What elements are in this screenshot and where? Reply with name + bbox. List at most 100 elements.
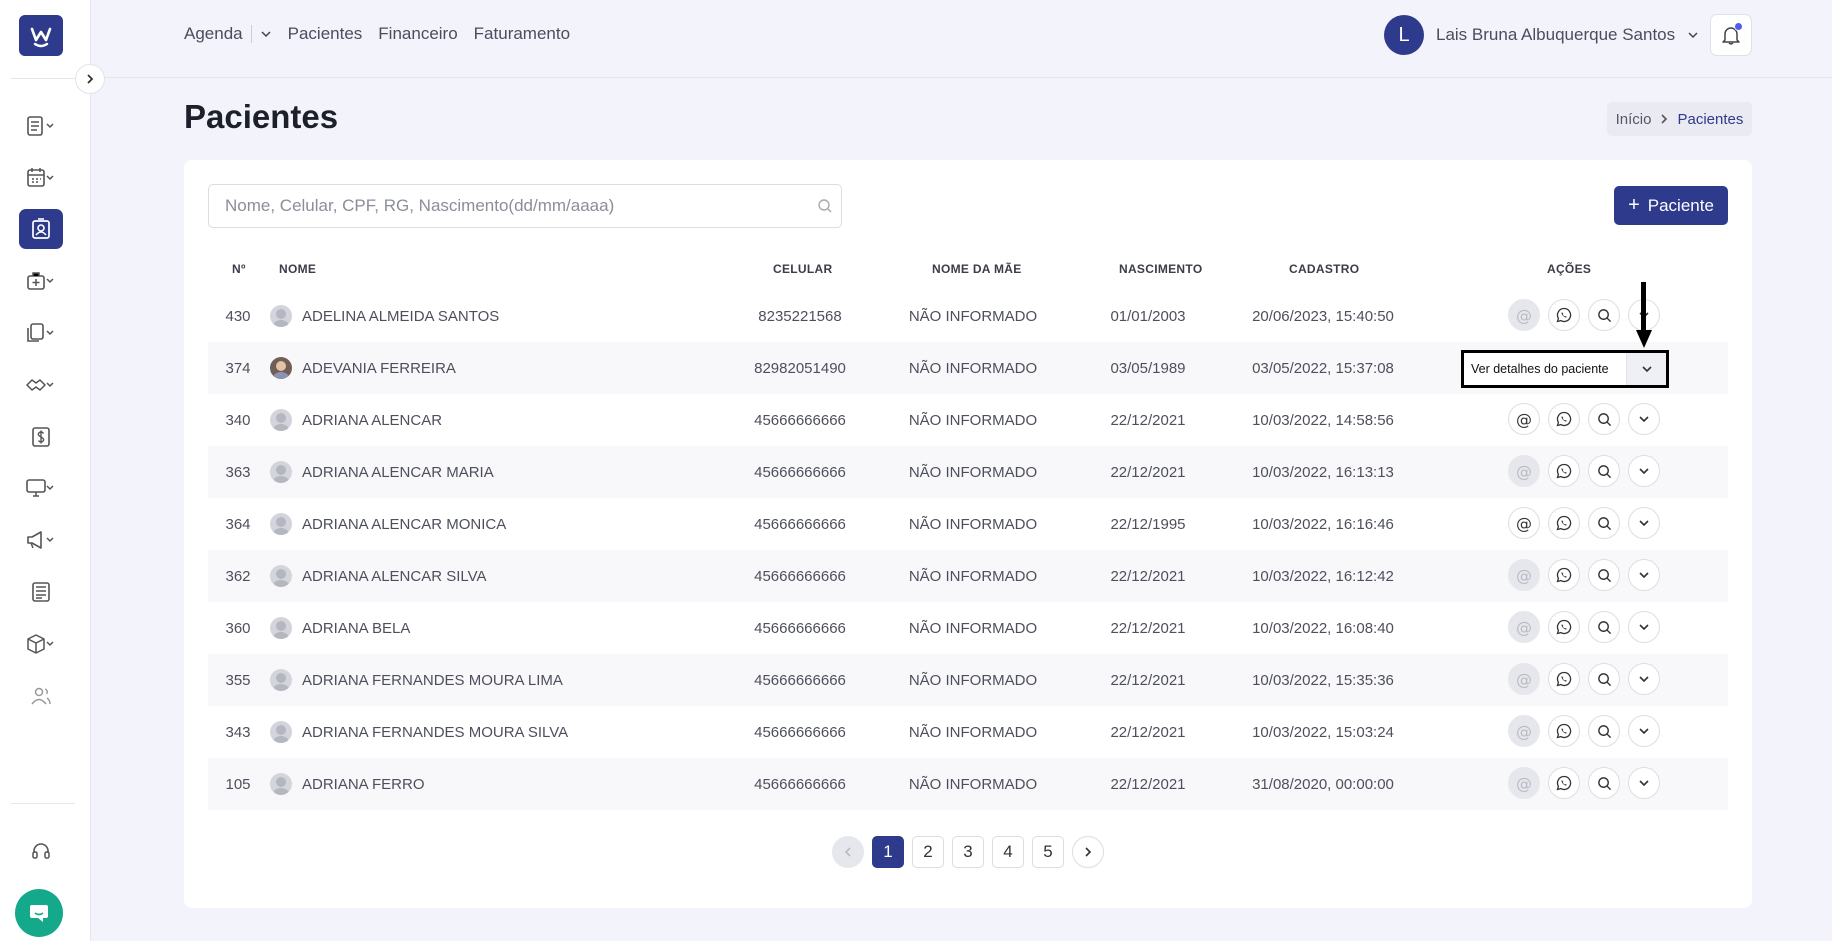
view-patient-button[interactable]: [1588, 767, 1620, 799]
nav-agenda[interactable]: Agenda: [184, 24, 243, 44]
more-actions-button[interactable]: [1628, 663, 1660, 695]
page-button[interactable]: 4: [992, 836, 1024, 868]
notifications-button[interactable]: [1710, 14, 1752, 56]
more-actions-button[interactable]: [1628, 507, 1660, 539]
prev-page-button[interactable]: [832, 836, 864, 868]
sidebar-item-agenda[interactable]: [19, 158, 63, 198]
patient-details-label[interactable]: Ver detalhes do paciente: [1464, 362, 1626, 376]
patient-name-cell[interactable]: ADEVANIA FERREIRA: [270, 342, 456, 394]
whatsapp-icon: [1556, 671, 1572, 687]
patient-name-cell[interactable]: ADRIANA BELA: [270, 602, 410, 654]
whatsapp-button[interactable]: [1548, 611, 1580, 643]
more-actions-button[interactable]: [1628, 767, 1660, 799]
app-logo[interactable]: [19, 15, 63, 56]
sidebar-item-marketing[interactable]: [19, 520, 63, 560]
patient-name-cell[interactable]: ADELINA ALMEIDA SANTOS: [270, 290, 499, 342]
nav-faturamento[interactable]: Faturamento: [474, 24, 570, 44]
patient-name-cell[interactable]: ADRIANA FERRO: [270, 758, 425, 810]
patient-details-dropdown[interactable]: Ver detalhes do paciente: [1461, 350, 1669, 388]
patient-name-cell[interactable]: ADRIANA FERNANDES MOURA LIMA: [270, 654, 563, 706]
more-actions-button[interactable]: [1628, 455, 1660, 487]
breadcrumb-home[interactable]: Início: [1616, 111, 1652, 128]
table-row[interactable]: 363 ADRIANA ALENCAR MARIA 45666666666 NÃO I…: [208, 446, 1728, 498]
whatsapp-button[interactable]: [1548, 403, 1580, 435]
next-page-button[interactable]: [1072, 836, 1104, 868]
patient-name-cell[interactable]: ADRIANA ALENCAR: [270, 394, 442, 446]
sidebar-item-agreements[interactable]: [19, 365, 63, 405]
page-button[interactable]: 1: [872, 836, 904, 868]
more-actions-button[interactable]: [1628, 715, 1660, 747]
patient-mother-name: NÃO INFORMADO: [908, 723, 1038, 741]
sidebar-item-support[interactable]: [19, 831, 63, 871]
nav-financeiro[interactable]: Financeiro: [378, 24, 457, 44]
sidebar-item-clinic[interactable]: [19, 261, 63, 301]
whatsapp-button[interactable]: [1548, 299, 1580, 331]
whatsapp-button[interactable]: [1548, 767, 1580, 799]
view-patient-button[interactable]: [1588, 507, 1620, 539]
table-row[interactable]: 364 ADRIANA ALENCAR MONICA 45666666666 NÃO …: [208, 498, 1728, 550]
nav-agenda-dropdown[interactable]: [260, 28, 272, 40]
patient-name-cell[interactable]: ADRIANA ALENCAR MONICA: [270, 498, 506, 550]
email-button[interactable]: @: [1508, 611, 1540, 643]
table-row[interactable]: 360 ADRIANA BELA 45666666666 NÃO INFORMADO 2…: [208, 602, 1728, 654]
add-patient-button[interactable]: + Paciente: [1614, 186, 1728, 225]
whatsapp-button[interactable]: [1548, 559, 1580, 591]
whatsapp-button[interactable]: [1548, 663, 1580, 695]
view-patient-button[interactable]: [1588, 611, 1620, 643]
view-patient-button[interactable]: [1588, 715, 1620, 747]
email-button[interactable]: @: [1508, 507, 1540, 539]
sidebar-toggle-button[interactable]: [75, 64, 105, 94]
more-actions-button[interactable]: [1628, 559, 1660, 591]
more-actions-button[interactable]: [1628, 403, 1660, 435]
sidebar-item-documents[interactable]: [19, 313, 63, 353]
sidebar-item-telemedicina[interactable]: [19, 468, 63, 508]
whatsapp-button[interactable]: [1548, 507, 1580, 539]
page-button[interactable]: 3: [952, 836, 984, 868]
email-button[interactable]: @: [1508, 663, 1540, 695]
view-patient-button[interactable]: [1588, 455, 1620, 487]
table-row[interactable]: 340 ADRIANA ALENCAR 45666666666 NÃO INFORMA…: [208, 394, 1728, 446]
table-row[interactable]: 105 ADRIANA FERRO 45666666666 NÃO INFORMADO…: [208, 758, 1728, 810]
chevron-down-icon: [1639, 624, 1649, 631]
whatsapp-button[interactable]: [1548, 455, 1580, 487]
patient-name-cell[interactable]: ADRIANA FERNANDES MOURA SILVA: [270, 706, 568, 758]
sidebar-item-financeiro[interactable]: [19, 417, 63, 457]
email-button[interactable]: @: [1508, 455, 1540, 487]
col-mae: NOME DA MÃE: [932, 262, 1022, 276]
email-button[interactable]: @: [1508, 559, 1540, 591]
page-button[interactable]: 5: [1032, 836, 1064, 868]
patient-name-cell[interactable]: ADRIANA ALENCAR SILVA: [270, 550, 487, 602]
patient-name-cell[interactable]: ADRIANA ALENCAR MARIA: [270, 446, 494, 498]
more-actions-button[interactable]: [1628, 611, 1660, 643]
at-icon: @: [1516, 669, 1532, 689]
notification-dot: [1734, 22, 1743, 31]
email-button[interactable]: @: [1508, 299, 1540, 331]
page-button[interactable]: 2: [912, 836, 944, 868]
table-row[interactable]: 355 ADRIANA FERNANDES MOURA LIMA 456666666…: [208, 654, 1728, 706]
sidebar-item-reports[interactable]: [19, 106, 63, 146]
chevron-down-icon: [1639, 468, 1649, 475]
table-row[interactable]: 343 ADRIANA FERNANDES MOURA SILVA 45666666…: [208, 706, 1728, 758]
sidebar-item-pacientes[interactable]: [19, 209, 63, 249]
search-input[interactable]: [209, 185, 841, 227]
sidebar-item-estoque[interactable]: [19, 624, 63, 664]
patient-details-toggle[interactable]: [1626, 353, 1666, 385]
annotation-arrow: [1641, 282, 1646, 334]
view-patient-button[interactable]: [1588, 299, 1620, 331]
chat-button[interactable]: [15, 889, 63, 937]
whatsapp-button[interactable]: [1548, 715, 1580, 747]
email-button[interactable]: @: [1508, 403, 1540, 435]
view-patient-button[interactable]: [1588, 403, 1620, 435]
user-menu[interactable]: L Lais Bruna Albuquerque Santos: [1384, 15, 1699, 55]
patient-number: 374: [225, 359, 251, 377]
sidebar-item-news[interactable]: [19, 572, 63, 612]
table-row[interactable]: 362 ADRIANA ALENCAR SILVA 45666666666 NÃO I…: [208, 550, 1728, 602]
table-row[interactable]: 430 ADELINA ALMEIDA SANTOS 8235221568 NÃO I…: [208, 290, 1728, 342]
chevron-down-icon: [1639, 572, 1649, 579]
email-button[interactable]: @: [1508, 715, 1540, 747]
email-button[interactable]: @: [1508, 767, 1540, 799]
sidebar-item-users[interactable]: [19, 676, 63, 716]
view-patient-button[interactable]: [1588, 559, 1620, 591]
nav-pacientes[interactable]: Pacientes: [288, 24, 363, 44]
view-patient-button[interactable]: [1588, 663, 1620, 695]
